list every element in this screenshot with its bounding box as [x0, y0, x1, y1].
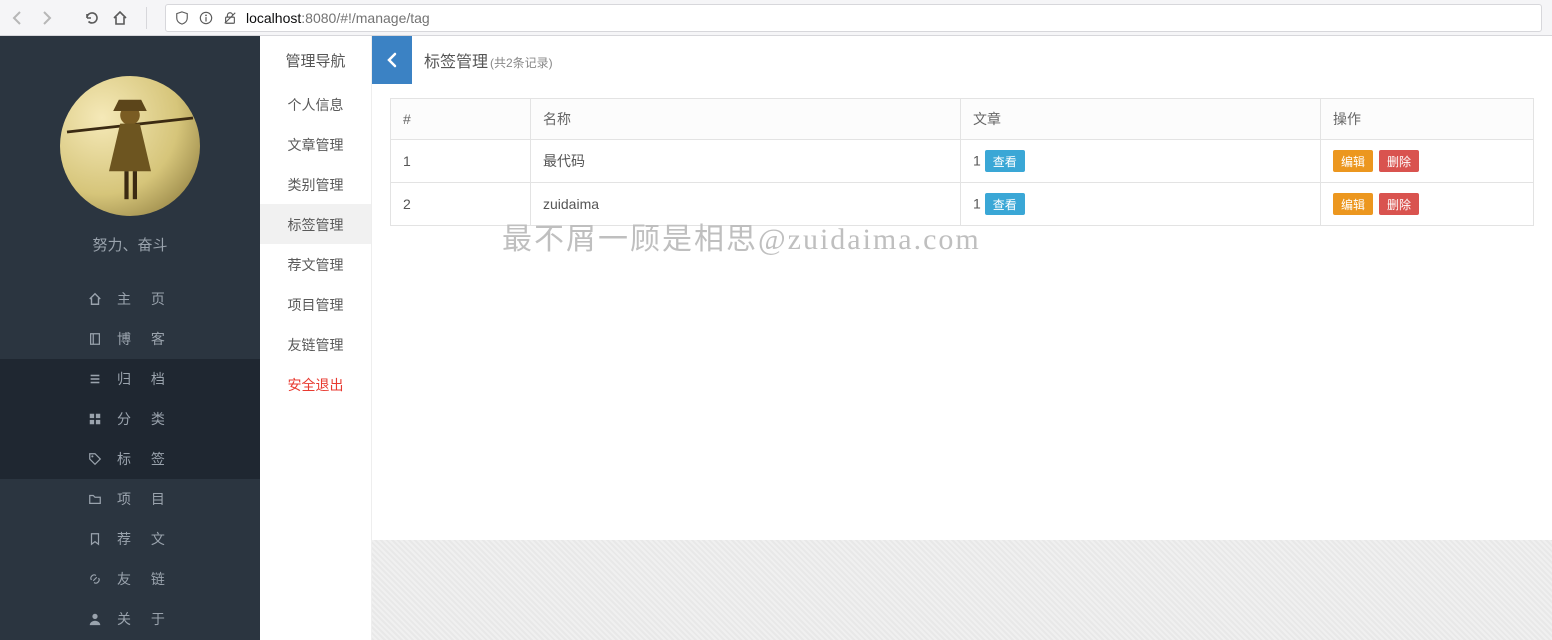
cell-index: 2 — [391, 183, 531, 226]
cell-article: 1 查看 — [961, 140, 1321, 183]
nav-item-user[interactable]: 关 于 — [0, 599, 260, 639]
manage-item[interactable]: 文章管理 — [260, 124, 371, 164]
nav-item-folder[interactable]: 项 目 — [0, 479, 260, 519]
manage-item[interactable]: 荐文管理 — [260, 244, 371, 284]
nav-item-link[interactable]: 友 链 — [0, 559, 260, 599]
nav-item-list[interactable]: 归 档 — [0, 359, 260, 399]
tag-icon — [87, 451, 103, 467]
col-index: # — [391, 99, 531, 140]
col-ops: 操作 — [1321, 99, 1534, 140]
sidebar-manage: 管理导航 个人信息文章管理类别管理标签管理荐文管理项目管理友链管理安全退出 — [260, 36, 372, 640]
view-button[interactable]: 查看 — [985, 150, 1025, 172]
main-header: 标签管理(共2条记录) — [372, 36, 1552, 84]
info-icon[interactable] — [198, 10, 214, 26]
nav-item-bookmark[interactable]: 荐 文 — [0, 519, 260, 559]
page-title: 标签管理(共2条记录) — [424, 48, 553, 72]
manage-item[interactable]: 标签管理 — [260, 204, 371, 244]
table-header-row: # 名称 文章 操作 — [391, 99, 1534, 140]
cell-name: 最代码 — [531, 140, 961, 183]
nav-item-label: 项 目 — [117, 489, 173, 509]
cell-name: zuidaima — [531, 183, 961, 226]
cell-ops: 编辑删除 — [1321, 140, 1534, 183]
bookmark-icon — [87, 531, 103, 547]
home-icon[interactable] — [112, 10, 128, 26]
footer-band — [372, 540, 1552, 640]
nav-item-label: 博 客 — [117, 329, 173, 349]
shield-icon[interactable] — [174, 10, 190, 26]
table-row: 2zuidaima1 查看编辑删除 — [391, 183, 1534, 226]
view-button[interactable]: 查看 — [985, 193, 1025, 215]
manage-item[interactable]: 安全退出 — [260, 364, 371, 404]
folder-icon — [87, 491, 103, 507]
delete-button[interactable]: 删除 — [1379, 193, 1419, 215]
lock-icon[interactable] — [222, 10, 238, 26]
sidebar-tagline: 努力、奋斗 — [0, 234, 260, 255]
nav-item-book[interactable]: 博 客 — [0, 319, 260, 359]
nav-forward-icon[interactable] — [38, 10, 54, 26]
nav-item-label: 关 于 — [117, 609, 173, 629]
nav-item-label: 标 签 — [117, 449, 173, 469]
nav-item-label: 友 链 — [117, 569, 173, 589]
nav-item-home[interactable]: 主 页 — [0, 279, 260, 319]
manage-item[interactable]: 个人信息 — [260, 84, 371, 124]
nav-back-icon[interactable] — [10, 10, 26, 26]
link-icon — [87, 571, 103, 587]
list-icon — [87, 371, 103, 387]
delete-button[interactable]: 删除 — [1379, 150, 1419, 172]
nav-item-grid[interactable]: 分 类 — [0, 399, 260, 439]
cell-index: 1 — [391, 140, 531, 183]
main-content: 标签管理(共2条记录) # 名称 文章 操作 1最代码1 查看编辑删除2zuid… — [372, 36, 1552, 640]
back-button[interactable] — [372, 36, 412, 84]
edit-button[interactable]: 编辑 — [1333, 193, 1373, 215]
url-bar[interactable]: localhost:8080/#!/manage/tag — [165, 4, 1542, 32]
nav-item-label: 荐 文 — [117, 529, 173, 549]
url-text: localhost:8080/#!/manage/tag — [246, 10, 1533, 26]
table-row: 1最代码1 查看编辑删除 — [391, 140, 1534, 183]
cell-ops: 编辑删除 — [1321, 183, 1534, 226]
manage-item[interactable]: 友链管理 — [260, 324, 371, 364]
cell-article: 1 查看 — [961, 183, 1321, 226]
nav-item-label: 归 档 — [117, 369, 173, 389]
sidebar-left: 努力、奋斗 主 页博 客归 档分 类标 签项 目荐 文友 链关 于 — [0, 36, 260, 640]
avatar[interactable] — [60, 76, 200, 216]
col-article: 文章 — [961, 99, 1321, 140]
manage-item[interactable]: 项目管理 — [260, 284, 371, 324]
nav-item-label: 主 页 — [117, 289, 173, 309]
reload-icon[interactable] — [84, 10, 100, 26]
col-name: 名称 — [531, 99, 961, 140]
user-icon — [87, 611, 103, 627]
browser-toolbar: localhost:8080/#!/manage/tag — [0, 0, 1552, 36]
home-icon — [87, 291, 103, 307]
edit-button[interactable]: 编辑 — [1333, 150, 1373, 172]
toolbar-separator — [146, 7, 147, 29]
grid-icon — [87, 411, 103, 427]
nav-item-label: 分 类 — [117, 409, 173, 429]
tag-table: # 名称 文章 操作 1最代码1 查看编辑删除2zuidaima1 查看编辑删除 — [390, 98, 1534, 226]
manage-nav-title: 管理导航 — [260, 36, 371, 84]
nav-item-tag[interactable]: 标 签 — [0, 439, 260, 479]
manage-item[interactable]: 类别管理 — [260, 164, 371, 204]
book-icon — [87, 331, 103, 347]
